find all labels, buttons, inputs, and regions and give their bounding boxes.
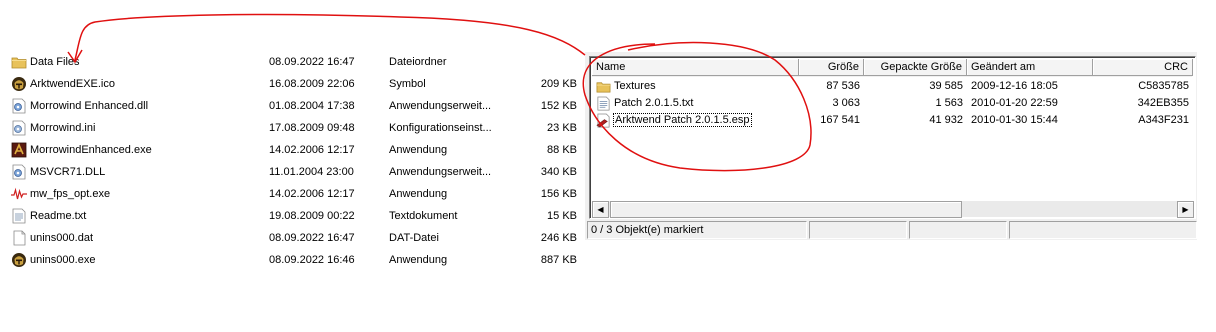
curved-arrow-annotation [74, 13, 586, 61]
circle-annotation [582, 41, 812, 172]
red-annotation-drawing [67, 13, 812, 172]
arrow-head-annotation [67, 49, 83, 64]
